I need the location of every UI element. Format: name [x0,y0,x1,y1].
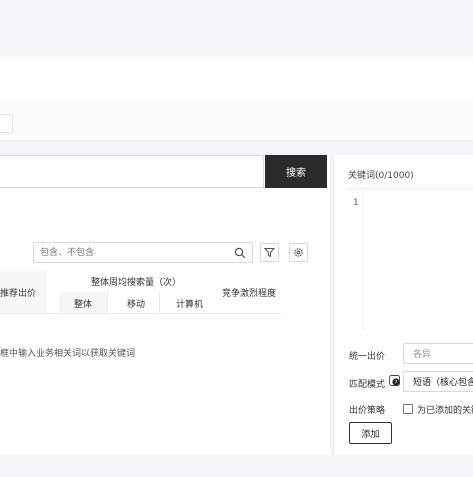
settings-icon [294,248,303,257]
search-button[interactable]: 搜索 [265,155,327,188]
match-mode-select[interactable]: 短语（核心包含） [403,371,473,392]
bid-strategy-checkbox[interactable] [403,404,413,414]
empty-state-text: 框中输入业务相关词以获取关键词 [0,349,136,359]
keyword-research-panel [0,155,330,455]
unified-bid-label: 统一出价 [349,352,386,362]
competition-header[interactable]: 竞争激烈程度 [222,286,276,299]
bid-strategy-label: 出价策略 [349,406,386,416]
line-number: 1 [353,198,359,208]
header-separator [159,291,160,313]
toolbar-stub-button[interactable] [0,114,13,133]
filter-button[interactable] [260,243,279,262]
top-bar [0,0,473,59]
keyword-count-title: 关键词(0/1000) [348,171,414,181]
filter-input[interactable] [33,242,253,263]
search-icon[interactable] [234,247,246,259]
svg-text:?: ? [395,380,398,386]
add-button[interactable]: 添加 [349,422,392,444]
table-header-divider [0,313,283,314]
keyword-search-input[interactable] [0,155,264,188]
mobile-header[interactable]: 移动 [127,297,145,310]
unified-bid-select[interactable]: 各异 [403,343,473,364]
line-gutter [363,188,364,330]
match-mode-label: 匹配模式 [349,380,386,390]
recommended-bid-header[interactable]: 推荐出价 [0,286,36,299]
weekly-search-volume-header: 整体周均搜索量（次） [91,278,182,288]
filter-icon [264,248,275,258]
header-band [0,58,473,101]
help-icon[interactable]: ? [389,375,400,386]
bid-strategy-checkbox-label[interactable]: 为已添加的关键词 [417,403,473,416]
keyword-textarea[interactable] [347,188,473,331]
page-footer [0,455,473,477]
computer-header[interactable]: 计算机 [176,297,203,310]
toolbar-band [0,100,473,141]
overall-header[interactable]: 整体 [74,297,92,310]
settings-button[interactable] [289,243,308,262]
header-separator [107,291,108,313]
